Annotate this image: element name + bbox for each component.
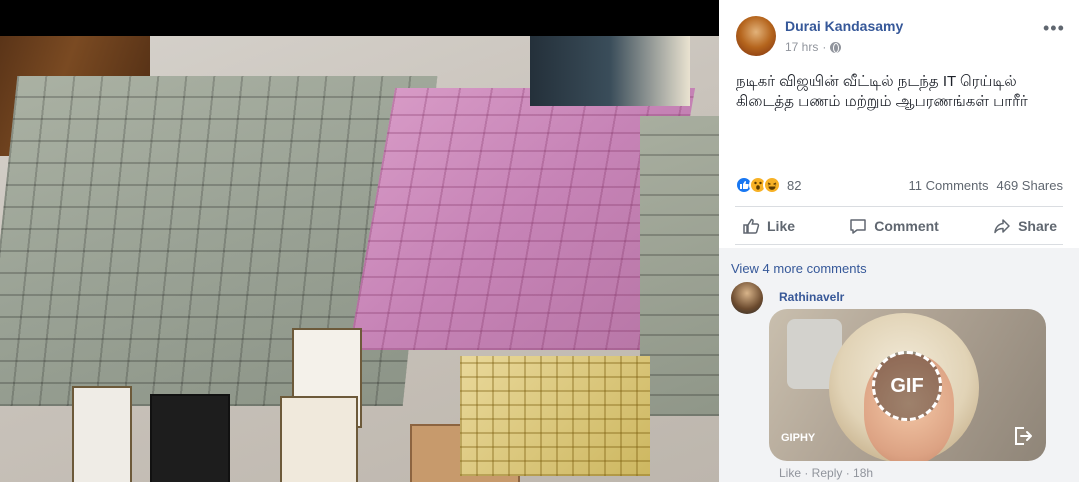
jewelry-box	[280, 396, 358, 482]
comment-actions[interactable]: Like · Reply · 18h	[779, 466, 873, 480]
comments-section: View 4 more comments Rathinavelr GIF GIP…	[719, 248, 1079, 482]
view-more-comments-link[interactable]: View 4 more comments	[731, 261, 867, 276]
commenter-name[interactable]: Rathinavelr	[779, 290, 844, 304]
post-sidebar: Durai Kandasamy 17 hrs · ••• நடிகர் விஜய…	[719, 0, 1079, 482]
share-arrow-icon	[994, 219, 1010, 234]
more-options-icon[interactable]: •••	[1043, 18, 1065, 39]
reactions-summary[interactable]: 82	[735, 176, 801, 194]
comment-gif[interactable]: GIF GIPHY	[769, 309, 1046, 461]
haha-icon	[763, 176, 781, 194]
comment-icon	[850, 219, 867, 234]
comments-count[interactable]: 11 Comments	[909, 178, 989, 193]
jewelry-box	[72, 386, 132, 482]
jewelry-boxes-top	[530, 36, 690, 106]
engagement-counts: 11 Comments 469 Shares	[909, 178, 1063, 193]
divider	[735, 206, 1063, 207]
giphy-attribution[interactable]: GIPHY	[781, 432, 815, 444]
share-button[interactable]: Share	[986, 210, 1063, 242]
shares-count[interactable]: 469 Shares	[997, 178, 1064, 193]
gif-label: GIF	[890, 374, 924, 397]
post-actions: Like Comment Share	[735, 210, 1063, 242]
gif-play-badge[interactable]: GIF	[872, 351, 942, 421]
like-label: Like	[767, 218, 796, 234]
post-photo[interactable]	[0, 0, 719, 482]
thumbs-up-icon	[743, 218, 760, 234]
photo-image	[0, 36, 719, 482]
author-avatar[interactable]	[736, 16, 776, 56]
like-button[interactable]: Like	[735, 210, 801, 242]
divider	[735, 244, 1063, 245]
share-label: Share	[1018, 218, 1057, 234]
reaction-count: 82	[787, 177, 802, 193]
comment-button[interactable]: Comment	[842, 210, 945, 242]
globe-icon	[830, 41, 842, 53]
post-text: நடிகர் விஜயின் வீட்டில் நடந்த IT ரெய்டில…	[736, 73, 1028, 110]
jewelry-box	[150, 394, 230, 482]
facebook-photo-viewer: Durai Kandasamy 17 hrs · ••• நடிகர் விஜய…	[0, 0, 1079, 482]
post-time[interactable]: 17 hrs	[785, 40, 818, 54]
gold-bars	[460, 356, 650, 476]
comment-label: Comment	[874, 218, 939, 234]
cash-bundles-right	[640, 116, 719, 416]
author-name[interactable]: Durai Kandasamy	[785, 18, 903, 34]
post-meta: 17 hrs ·	[785, 40, 842, 54]
open-external-icon[interactable]	[1012, 425, 1034, 447]
commenter-avatar[interactable]	[731, 282, 763, 314]
